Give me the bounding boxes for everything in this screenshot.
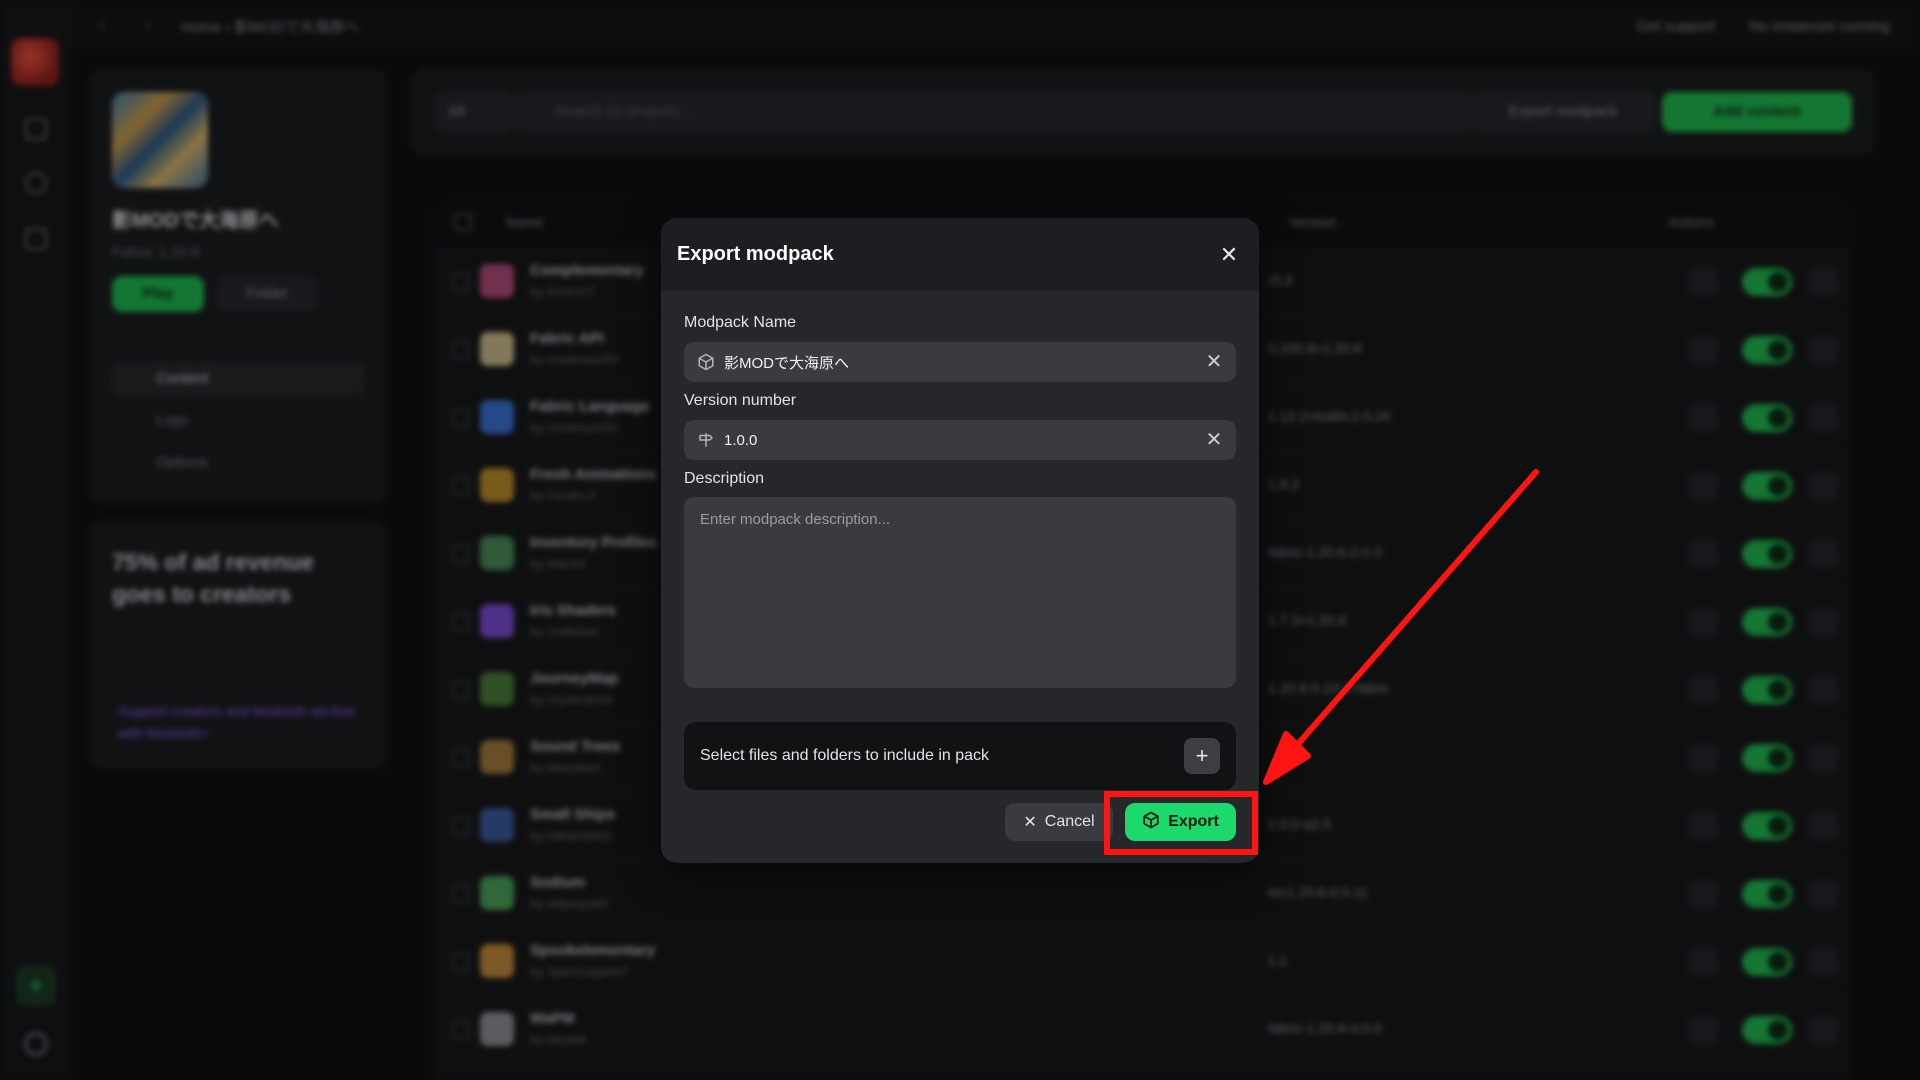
version-number-field[interactable]: 1.0.0 ✕ <box>684 420 1236 460</box>
cancel-label: Cancel <box>1044 813 1095 830</box>
description-label: Description <box>684 470 765 487</box>
dialog-header: Export modpack ✕ <box>661 218 1259 291</box>
add-files-button[interactable]: + <box>1184 738 1220 774</box>
modpack-name-label: Modpack Name <box>684 314 797 331</box>
modpack-name-field[interactable]: 影MODで大海原へ ✕ <box>684 342 1236 382</box>
package-icon <box>696 352 716 372</box>
dialog-title: Export modpack <box>677 243 834 265</box>
close-icon[interactable]: ✕ <box>1215 241 1243 269</box>
file-selector-label: Select files and folders to include in p… <box>700 747 990 764</box>
x-icon: ✕ <box>1023 814 1037 831</box>
version-number-label: Version number <box>684 392 797 409</box>
modpack-name-value: 影MODで大海原へ <box>724 354 849 372</box>
cancel-button[interactable]: ✕ Cancel <box>1005 803 1113 841</box>
highlight-box <box>1104 791 1258 855</box>
signpost-icon <box>696 430 716 450</box>
clear-name-icon[interactable]: ✕ <box>1204 352 1224 372</box>
description-textarea[interactable]: Enter modpack description... <box>684 497 1236 688</box>
file-selector: Select files and folders to include in p… <box>684 722 1236 790</box>
version-number-value: 1.0.0 <box>724 431 758 449</box>
clear-version-icon[interactable]: ✕ <box>1204 430 1224 450</box>
export-modpack-dialog: Export modpack ✕ Modpack Name 影MODで大海原へ … <box>661 218 1259 863</box>
